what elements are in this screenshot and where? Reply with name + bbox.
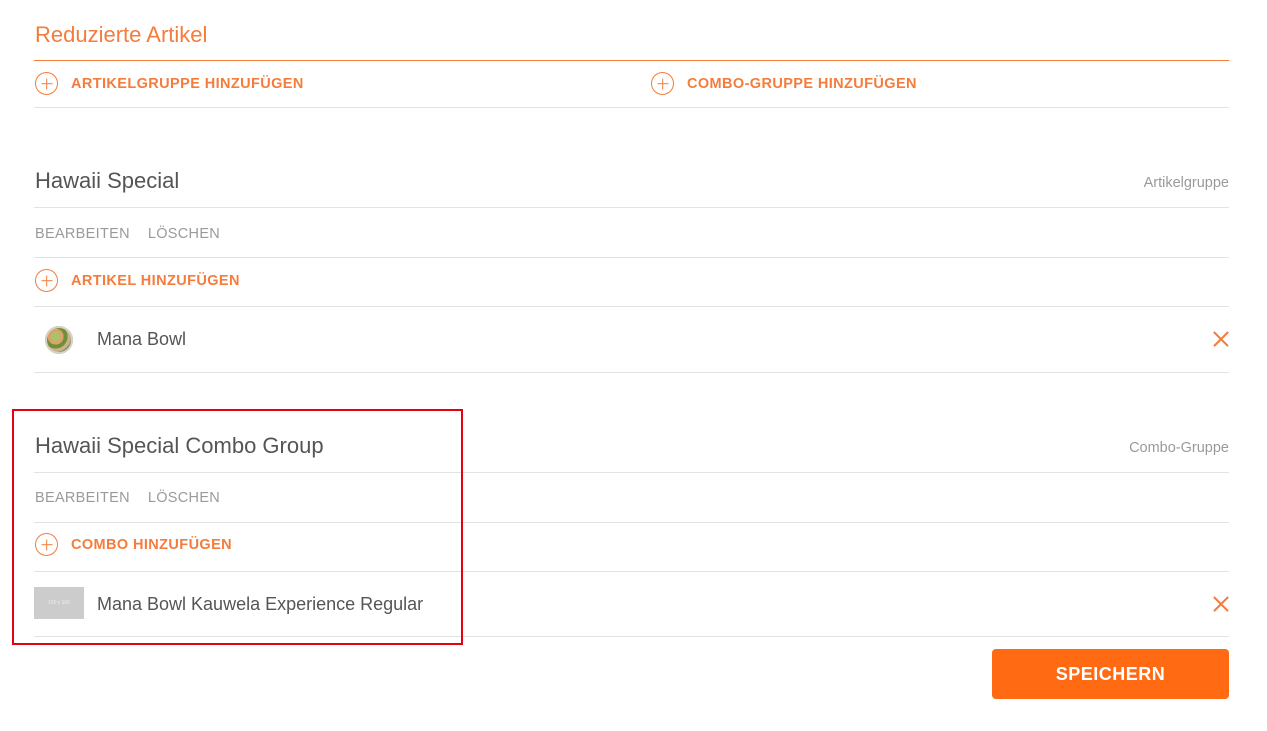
section-divider (34, 60, 1229, 61)
group-type-label: Combo-Gruppe (1129, 440, 1229, 456)
save-button[interactable]: SPEICHERN (992, 649, 1229, 699)
group-actions: BEARBEITEN LÖSCHEN (35, 490, 220, 506)
delete-button[interactable]: LÖSCHEN (148, 226, 220, 242)
item-name: Mana Bowl Kauwela Experience Regular (97, 594, 424, 614)
edit-button[interactable]: BEARBEITEN (35, 226, 130, 242)
add-article-group-label: ARTIKELGRUPPE HINZUFÜGEN (71, 75, 304, 92)
edit-button[interactable]: BEARBEITEN (35, 490, 130, 506)
bowl-image (45, 326, 73, 354)
divider (34, 636, 1229, 637)
add-article-button[interactable]: ARTIKEL HINZUFÜGEN (35, 269, 240, 292)
add-combo-label: COMBO HINZUFÜGEN (71, 536, 233, 553)
divider (34, 522, 1229, 523)
placeholder-image: 100 x 100 (34, 587, 84, 619)
add-article-label: ARTIKEL HINZUFÜGEN (71, 272, 240, 289)
group-type-label: Artikelgruppe (1143, 175, 1229, 191)
close-icon[interactable] (1213, 596, 1229, 612)
divider (34, 472, 1229, 473)
plus-circle-icon (35, 533, 58, 556)
item-name: Mana Bowl (97, 329, 187, 349)
add-combo-group-label: COMBO-GRUPPE HINZUFÜGEN (687, 75, 917, 92)
close-icon[interactable] (1213, 331, 1229, 347)
delete-button[interactable]: LÖSCHEN (148, 490, 220, 506)
add-combo-button[interactable]: COMBO HINZUFÜGEN (35, 533, 232, 556)
add-article-group-button[interactable]: ARTIKELGRUPPE HINZUFÜGEN (35, 72, 304, 95)
plus-circle-icon (35, 72, 58, 95)
divider (34, 107, 1229, 108)
divider (34, 257, 1229, 258)
section-title: Reduzierte Artikel (35, 22, 208, 47)
placeholder-image-text: 100 x 100 (48, 600, 70, 606)
divider (34, 372, 1229, 373)
divider (34, 207, 1229, 208)
group-title: Hawaii Special (35, 168, 180, 193)
divider (34, 306, 1229, 307)
plus-circle-icon (651, 72, 674, 95)
plus-circle-icon (35, 269, 58, 292)
group-title: Hawaii Special Combo Group (35, 433, 324, 458)
divider (34, 571, 1229, 572)
add-combo-group-button[interactable]: COMBO-GRUPPE HINZUFÜGEN (651, 72, 917, 95)
group-actions: BEARBEITEN LÖSCHEN (35, 226, 220, 242)
